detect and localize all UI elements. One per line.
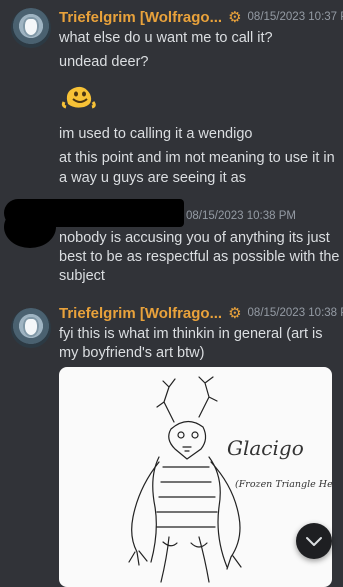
message-header: 08/15/2023 10:38 PM xyxy=(186,205,296,227)
avatar[interactable] xyxy=(11,308,51,348)
timestamp: 08/15/2023 10:38 PM xyxy=(247,307,343,319)
redacted-avatar xyxy=(4,206,56,248)
message-line: my boyfriend's art btw) xyxy=(59,345,205,361)
timestamp: 08/15/2023 10:38 PM xyxy=(186,210,296,222)
message-line: fyi this is what im thinkin in general (… xyxy=(59,326,323,342)
message-header: Triefelgrim [Wolfrago... ⚙ 08/15/2023 10… xyxy=(59,6,343,28)
chevron-down-icon xyxy=(306,537,322,546)
username[interactable]: Triefelgrim [Wolfrago... xyxy=(59,305,222,322)
message-header: Triefelgrim [Wolfrago... ⚙ 08/15/2023 10… xyxy=(59,302,343,324)
handwritten-subtitle: (Frozen Triangle Hell) xyxy=(235,479,332,490)
message-line: best to be as respectful as possible wit… xyxy=(59,249,340,265)
message-line: subject xyxy=(59,268,105,284)
message-line: undead deer? xyxy=(59,54,149,70)
gear-badge-icon: ⚙ xyxy=(228,9,242,26)
timestamp: 08/15/2023 10:37 PM xyxy=(247,11,343,23)
message-line: at this point and im not meaning to use … xyxy=(59,150,335,166)
message-line: what else do u want me to call it? xyxy=(59,30,273,46)
message-line: nobody is accusing you of anything its j… xyxy=(59,230,330,246)
grinning-face-emoji xyxy=(61,86,96,109)
avatar[interactable] xyxy=(11,8,51,48)
message-line: im used to calling it a wendigo xyxy=(59,126,253,142)
username[interactable]: Triefelgrim [Wolfrago... xyxy=(59,9,222,26)
handwritten-title: Glacigo xyxy=(227,436,304,460)
sketch-drawing: Glacigo (Frozen Triangle Hell) xyxy=(128,376,332,583)
message-line: a way u guys are seeing it as xyxy=(59,170,246,186)
image-attachment[interactable]: Glacigo (Frozen Triangle Hell) xyxy=(59,367,332,587)
gear-badge-icon: ⚙ xyxy=(228,305,242,322)
scroll-to-bottom-button[interactable] xyxy=(296,523,332,559)
